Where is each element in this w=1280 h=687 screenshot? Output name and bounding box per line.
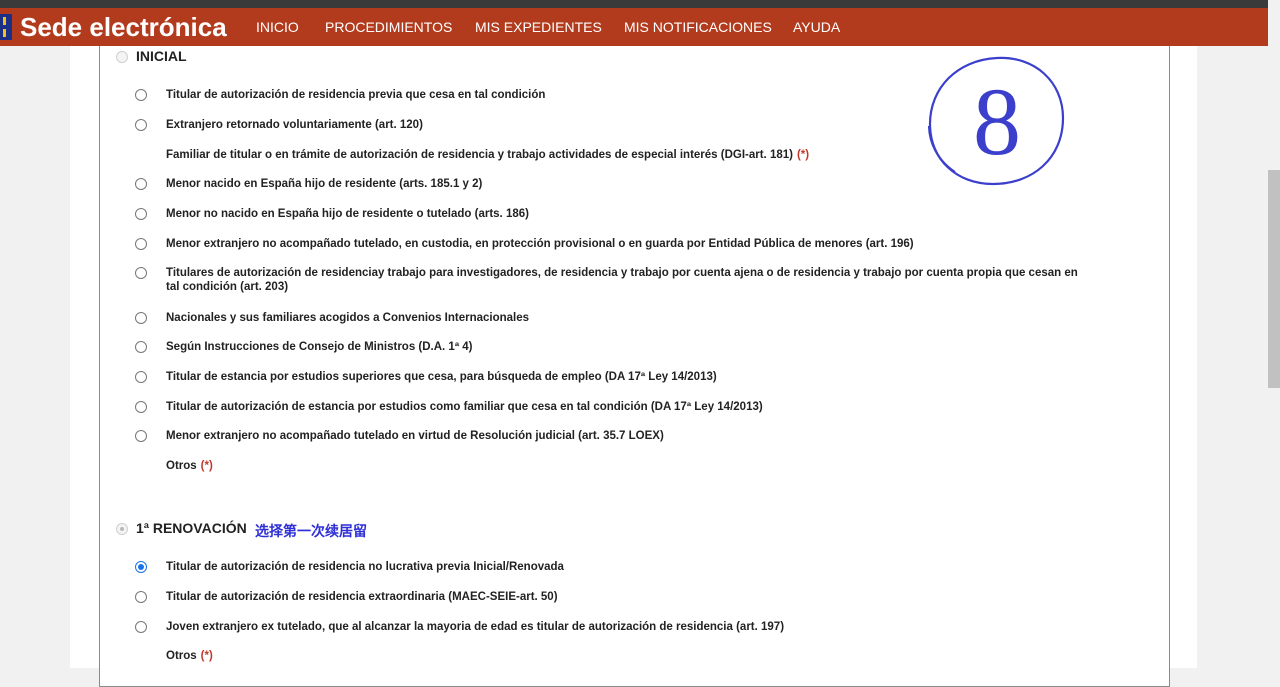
option-radio[interactable] — [135, 341, 147, 353]
section-inicial-title: INICIAL — [136, 48, 187, 64]
option-label: Menor extranjero no acompañado tutelado,… — [166, 238, 914, 250]
option-label: Menor extranjero no acompañado tutelado … — [166, 430, 664, 442]
top-navigation-bar: Sede electrónica INICIO PROCEDIMIENTOS M… — [0, 8, 1268, 46]
option-radio[interactable] — [135, 208, 147, 220]
option-radio[interactable] — [135, 267, 147, 279]
option-radio[interactable] — [135, 119, 147, 131]
option-label: Joven extranjero ex tutelado, que al alc… — [166, 621, 785, 633]
option-label-text: Otros — [166, 650, 197, 662]
option-radio-selected[interactable] — [135, 561, 147, 573]
nav-inicio[interactable]: INICIO — [256, 19, 299, 35]
option-label: Titular de autorización de residencia ex… — [166, 591, 558, 603]
site-brand[interactable]: Sede electrónica — [20, 12, 227, 43]
option-radio[interactable] — [135, 430, 147, 442]
option-label: Titular de autorización de estancia por … — [166, 401, 763, 413]
required-mark: (*) — [200, 460, 213, 472]
doodle-digit: 8 — [973, 68, 1021, 175]
nav-ayuda[interactable]: AYUDA — [793, 19, 840, 35]
circled-eight-drawing: 8 — [928, 56, 1065, 186]
option-radio[interactable] — [135, 238, 147, 250]
option-label: Según Instrucciones de Consejo de Minist… — [166, 341, 473, 353]
option-label: Titular de autorización de residencia no… — [166, 561, 564, 573]
handwritten-annotation: 选择第一次续居留 — [255, 523, 367, 539]
section-renovacion-radio[interactable] — [116, 523, 128, 535]
section-inicial-radio[interactable] — [116, 51, 128, 63]
nav-mis-expedientes[interactable]: MIS EXPEDIENTES — [475, 19, 602, 35]
option-radio[interactable] — [135, 178, 147, 190]
required-mark: (*) — [796, 149, 810, 161]
option-label-text: Otros — [166, 460, 197, 472]
option-label: Nacionales y sus familiares acogidos a C… — [166, 312, 530, 324]
option-label-text: Familiar de titular o en trámite de auto… — [166, 149, 793, 161]
option-label: Otros (*) — [166, 649, 1086, 663]
option-radio[interactable] — [135, 89, 147, 101]
page-gutter — [0, 46, 70, 668]
logo-icon — [0, 14, 12, 40]
option-label: Titular de estancia por estudios superio… — [166, 371, 717, 383]
option-radio[interactable] — [135, 591, 147, 603]
option-radio[interactable] — [135, 371, 147, 383]
browser-top-strip — [0, 0, 1280, 8]
option-label: Otros (*) — [166, 459, 1086, 473]
option-radio[interactable] — [135, 312, 147, 324]
nav-mis-notificaciones[interactable]: MIS NOTIFICACIONES — [624, 19, 772, 35]
option-radio[interactable] — [135, 401, 147, 413]
option-label: Titulares de autorización de residenciay… — [166, 267, 1078, 293]
section-renovacion-title: 1ª RENOVACIÓN — [136, 520, 247, 536]
option-label: Menor no nacido en España hijo de reside… — [166, 208, 529, 220]
scrollbar-thumb[interactable] — [1268, 170, 1280, 388]
required-mark: (*) — [200, 650, 213, 662]
option-radio[interactable] — [135, 621, 147, 633]
nav-procedimientos[interactable]: PROCEDIMIENTOS — [325, 19, 452, 35]
